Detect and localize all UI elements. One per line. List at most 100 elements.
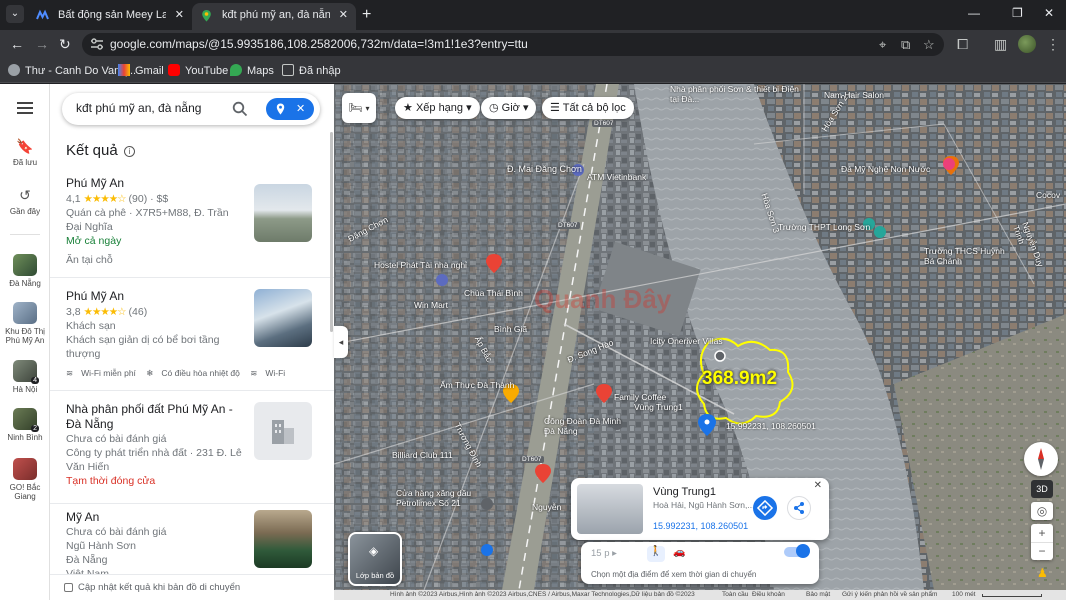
zoom-in-button[interactable]: + xyxy=(1031,524,1053,542)
rail-saved[interactable]: 🔖 Đã lưu xyxy=(0,138,50,167)
map-label[interactable]: Ẩm Thực Đà Thành xyxy=(440,380,514,390)
result-name[interactable]: Mỹ An xyxy=(66,510,244,525)
search-input[interactable] xyxy=(76,101,226,115)
compass-control[interactable] xyxy=(1024,442,1058,476)
directions-button[interactable] xyxy=(753,496,777,520)
close-tab-icon[interactable]: ✕ xyxy=(175,3,184,28)
maximize-icon[interactable]: ❐ xyxy=(1012,6,1023,20)
place-coordinates[interactable]: 15.992231, 108.260501 xyxy=(653,521,748,531)
tab-search-button[interactable]: ⌄ xyxy=(6,5,24,23)
site-info-icon[interactable] xyxy=(90,38,104,50)
privacy-link[interactable]: Bảo mật xyxy=(806,591,830,598)
bookmark-gmail[interactable]: Gmail xyxy=(118,64,164,77)
result-name[interactable]: Phú Mỹ An xyxy=(66,289,244,304)
extensions-icon[interactable]: ⧠ xyxy=(957,36,968,53)
bookmark-youtube[interactable]: YouTube xyxy=(168,64,228,77)
bookmark-canh-do-van[interactable]: Thư - Canh Do Van (... xyxy=(8,64,136,77)
result-name[interactable]: Phú Mỹ An xyxy=(66,176,244,191)
close-tab-icon[interactable]: ✕ xyxy=(339,3,348,28)
address-bar[interactable]: google.com/maps/@15.9935186,108.2582006,… xyxy=(82,33,944,56)
place-title[interactable]: Vùng Trung1 xyxy=(653,486,716,498)
map-label[interactable]: Nhà phân phối Sơn & thiết bị Điện tại Đà… xyxy=(670,84,810,104)
walking-mode-button[interactable]: 🚶 xyxy=(647,546,665,562)
more-menu-icon[interactable]: ⋮ xyxy=(1046,36,1060,53)
result-item[interactable]: Nhà phân phối đất Phú Mỹ An - Đà Nẵng Ch… xyxy=(50,400,334,504)
feedback-link[interactable]: Gửi ý kiến phản hồi về sản phẩm xyxy=(842,591,937,598)
close-card-icon[interactable]: ✕ xyxy=(814,480,822,491)
map-label[interactable]: Trường THCS Huỳnh Bá Chánh xyxy=(924,246,1012,266)
street-view-pegman-icon[interactable]: ♟ xyxy=(1037,566,1048,580)
map-label[interactable]: Billiard Club 111 xyxy=(392,450,453,460)
map-label[interactable]: ATM Vietinbank xyxy=(587,172,646,182)
update-on-move-checkbox[interactable] xyxy=(64,583,73,592)
rail-recent[interactable]: ↺ Gần đây xyxy=(0,187,50,216)
map-label[interactable]: Công Đoàn Đà Minh Đà Nẵng xyxy=(544,416,624,436)
scale-label[interactable]: 100 mét xyxy=(952,591,976,598)
install-app-icon[interactable]: ⧉ xyxy=(901,37,910,53)
share-button[interactable] xyxy=(787,496,811,520)
travel-time-toggle[interactable] xyxy=(784,544,810,558)
tab-google-maps[interactable]: kđt phú mỹ an, đà nẵng - Goog ✕ xyxy=(192,3,356,30)
sort-chip[interactable]: ★ Xếp hạng ▾ xyxy=(395,97,480,119)
bookmark-maps[interactable]: Maps xyxy=(230,64,274,77)
result-photo[interactable] xyxy=(254,184,312,242)
bookmark-imported-folder[interactable]: Đã nhập xyxy=(282,64,341,77)
my-location-button[interactable]: ◎ xyxy=(1031,502,1053,520)
map-label[interactable]: Trường THPT Long Sơn xyxy=(778,222,870,232)
window-close-icon[interactable]: ✕ xyxy=(1044,6,1054,20)
hotel-filter-chip[interactable]: 🛏 ▾ xyxy=(342,93,376,123)
map-label[interactable]: Hostel Phát Tài nhà nghỉ xyxy=(374,260,467,270)
rail-place-ha-noi[interactable]: 4 Hà Nội xyxy=(0,360,50,394)
map-label[interactable]: Nam Hair Salon xyxy=(824,90,884,100)
directions-pin-icon[interactable] xyxy=(276,103,285,115)
map-label[interactable]: Vùng Trung1 xyxy=(634,402,683,412)
layers-button[interactable]: ◈ Lớp bản đồ xyxy=(348,532,402,586)
map-label[interactable]: Đá Mỹ Nghệ Non Nước xyxy=(841,164,930,174)
search-icon[interactable] xyxy=(232,101,248,117)
map-label[interactable]: Chùa Thái Bình xyxy=(464,288,523,298)
hours-chip[interactable]: ◷ Giờ ▾ xyxy=(481,97,537,119)
result-name[interactable]: Nhà phân phối đất Phú Mỹ An - Đà Nẵng xyxy=(66,402,244,432)
place-photo[interactable] xyxy=(577,484,643,534)
results-scrollbar[interactable] xyxy=(330,132,333,332)
map-label[interactable]: Cửa hàng xăng dầu Petrolimex Số 21 xyxy=(396,488,492,508)
minimize-icon[interactable]: — xyxy=(968,6,980,20)
result-item[interactable]: Phú Mỹ An 3,8 ★★★★☆ (46) Khách sạn Khách… xyxy=(50,287,334,391)
collapse-panel-button[interactable]: ◂ xyxy=(334,326,348,358)
info-icon[interactable]: i xyxy=(123,146,135,157)
side-panel-icon[interactable]: ▥ xyxy=(994,36,1007,53)
all-filters-chip[interactable]: ☰ Tất cả bộ lọc xyxy=(542,97,634,119)
location-icon[interactable]: ⌖ xyxy=(879,37,886,53)
rail-place-go-bac-giang[interactable]: GO! Bắc Giang xyxy=(0,458,50,501)
update-on-move-row[interactable]: Cập nhật kết quả khi bản đồ di chuyển xyxy=(50,574,334,600)
driving-mode-icon[interactable]: 🚗 xyxy=(673,547,685,558)
tilt-3d-button[interactable]: 3D xyxy=(1031,480,1053,498)
forward-icon[interactable]: → xyxy=(35,36,49,52)
profile-avatar[interactable] xyxy=(1018,35,1036,53)
travel-time-select[interactable]: 15 p ▸ xyxy=(591,548,617,559)
map-label[interactable]: Cocov xyxy=(1036,190,1060,200)
result-photo[interactable] xyxy=(254,289,312,347)
rail-place-da-nang[interactable]: Đà Nẵng xyxy=(0,254,50,288)
zoom-out-button[interactable]: − xyxy=(1031,542,1053,560)
rail-place-phu-my-an[interactable]: Khu Đô Thị Phú Mỹ An xyxy=(0,302,50,345)
terms-link[interactable]: Điều khoản xyxy=(752,591,785,598)
map-label[interactable]: Win Mart xyxy=(414,300,448,310)
tab-meeyland[interactable]: Bất động sản Meey Land - Nền ✕ xyxy=(28,3,192,30)
reload-icon[interactable]: ↻ xyxy=(59,36,71,53)
place-info-card[interactable]: Vùng Trung1 Hoà Hải, Ngũ Hành Sơn,... 15… xyxy=(571,478,829,540)
result-photo[interactable] xyxy=(254,510,312,568)
directions-clear-pill[interactable]: ✕ xyxy=(266,98,314,120)
result-photo[interactable] xyxy=(254,402,312,460)
menu-icon[interactable] xyxy=(17,102,33,114)
rail-place-ninh-binh[interactable]: 2 Ninh Bình xyxy=(0,408,50,442)
bookmark-star-icon[interactable]: ☆ xyxy=(923,37,935,53)
new-tab-button[interactable]: + xyxy=(362,6,371,24)
map-canvas[interactable]: Nhà phân phối Sơn & thiết bị Điện tại Đà… xyxy=(334,84,1066,590)
back-icon[interactable]: ← xyxy=(10,36,24,52)
result-item[interactable]: Phú Mỹ An 4,1 ★★★★☆ (90) · $$ Quán cà ph… xyxy=(50,174,334,278)
map-label[interactable]: Family Coffee xyxy=(614,392,666,402)
map-label[interactable]: Icity Oneriver Villas xyxy=(650,336,723,346)
global-link[interactable]: Toàn cầu xyxy=(722,591,748,598)
clear-search-icon[interactable]: ✕ xyxy=(296,102,305,115)
